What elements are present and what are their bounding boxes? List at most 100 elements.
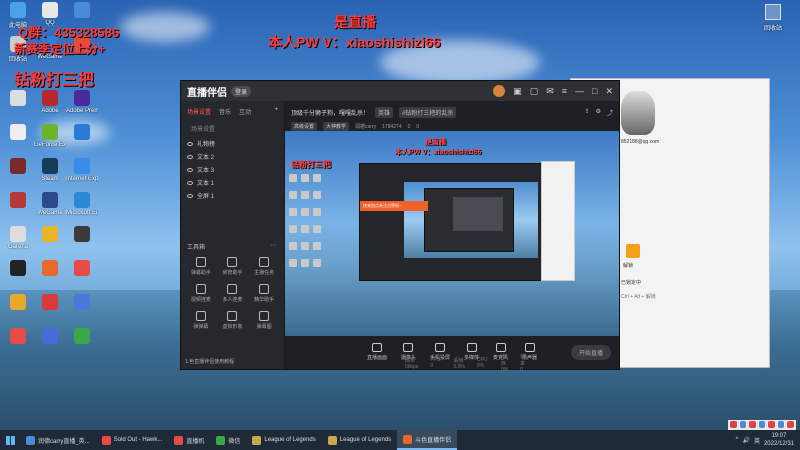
tool-button[interactable]: 房管助手: [217, 257, 249, 276]
desktop-icon[interactable]: Steam: [34, 158, 66, 192]
tool-button[interactable]: 多人连麦: [217, 284, 249, 303]
desktop-icon[interactable]: [66, 226, 98, 260]
lock-icon[interactable]: [626, 244, 640, 258]
stream-title[interactable]: 顶级千分狮子狗，嘎嘎乱杀！: [291, 108, 369, 117]
control-icon: [524, 343, 535, 352]
unlock-label: 解锁: [623, 263, 634, 269]
desktop-icon[interactable]: [66, 124, 98, 158]
tutorial-link[interactable]: 1.色直播伴侣使用教程: [185, 358, 234, 365]
app-icon: [74, 124, 90, 140]
taskbar-item-label: 直播机: [186, 438, 205, 445]
taskbar-item[interactable]: 润德carry直播_英...: [20, 430, 96, 450]
tool-button[interactable]: 虚拟形象: [217, 311, 249, 330]
more-icon[interactable]: ⋯: [270, 242, 276, 251]
desktop-icon[interactable]: [2, 294, 34, 328]
desktop-icon[interactable]: Adobe: [34, 90, 66, 124]
eye-icon[interactable]: [187, 180, 193, 185]
desktop-icon[interactable]: [34, 328, 66, 362]
tool-button[interactable]: 主播任务: [248, 257, 280, 276]
volume-icon[interactable]: 🔊: [742, 437, 749, 444]
orange-banner: 快来加点关注点赞呀~: [360, 201, 428, 211]
desktop-icon[interactable]: [2, 124, 34, 158]
desktop-icon[interactable]: GeForce Experience: [34, 124, 66, 158]
desktop-icon-label: Steam: [41, 176, 59, 182]
taskbar-item-label: 润德carry直播_英...: [38, 438, 90, 445]
tab-interact[interactable]: 互动: [239, 107, 251, 116]
desktop-icon[interactable]: [2, 328, 34, 362]
source-label: 礼物榜: [197, 142, 216, 148]
desktop-icon[interactable]: [66, 328, 98, 362]
category-tag[interactable]: 英雄: [375, 107, 394, 118]
teach-tag[interactable]: 大神教学: [323, 122, 350, 131]
desktop-icon[interactable]: Microsoft Edge: [66, 192, 98, 226]
tab-music[interactable]: 音乐: [219, 107, 231, 116]
desktop-icon-label: Garena: [7, 244, 28, 250]
desktop-icon[interactable]: [2, 260, 34, 294]
desktop-icon[interactable]: [66, 260, 98, 294]
taskbar-item[interactable]: Sold Out - Hawk...: [96, 430, 169, 450]
tool-button[interactable]: 弹幕图: [248, 311, 280, 330]
desktop-icon[interactable]: [34, 294, 66, 328]
source-row[interactable]: 文本 2: [181, 150, 284, 163]
desktop-icon[interactable]: [34, 226, 66, 260]
source-row[interactable]: 礼物榜: [181, 137, 284, 150]
taskbar-item-label: 斗色直播伴侣: [415, 437, 452, 444]
desktop-icon[interactable]: [2, 192, 34, 226]
tool-icon: [195, 311, 206, 321]
app-icon: [10, 2, 26, 18]
desktop-icon[interactable]: WeGame: [34, 192, 66, 226]
maximize-icon[interactable]: □: [592, 86, 597, 96]
taskbar-item[interactable]: 微信: [210, 430, 246, 450]
tool-button[interactable]: 弹弹幕: [185, 311, 217, 330]
link-icon[interactable]: ⤴: [607, 108, 613, 117]
lock-window-icon[interactable]: ▢: [530, 86, 539, 97]
taskbar-item[interactable]: League of Legends: [322, 430, 397, 450]
desktop-icon-label: Adobe Premiere: [66, 108, 98, 114]
desktop-icon-label: Adobe: [41, 108, 59, 114]
desktop-icon[interactable]: [2, 158, 34, 192]
streaming-app-window[interactable]: 直播伴侣 登录 ▣ ▢ ✉ ≡ — □ ✕ 场景设置 音乐 互动 + 场景设置 …: [180, 80, 620, 373]
desktop-icon[interactable]: [2, 90, 34, 124]
source-row[interactable]: 文本 3: [181, 163, 284, 176]
recycle-bin-icon[interactable]: 回收站: [758, 4, 788, 33]
taskbar-item[interactable]: League of Legends: [246, 430, 321, 450]
eye-icon[interactable]: [187, 167, 193, 172]
close-icon[interactable]: ✕: [605, 86, 613, 97]
eye-icon[interactable]: [187, 141, 193, 146]
tool-label: 弹幕图: [256, 324, 272, 330]
tab-scenes[interactable]: 场景设置: [187, 107, 211, 116]
mail-icon[interactable]: ✉: [546, 86, 554, 97]
desktop-icon[interactable]: Adobe Premiere: [66, 90, 98, 124]
tool-button[interactable]: 精华助手: [248, 284, 280, 303]
eye-icon[interactable]: [187, 193, 193, 198]
menu-icon[interactable]: ≡: [562, 86, 567, 96]
stream-preview[interactable]: 是直播 本人PW V：xiaoshishizi66 钻粉打三把 快来加点关注点赞…: [285, 131, 619, 336]
advanced-settings-tag[interactable]: 高级设置: [291, 122, 318, 131]
clock[interactable]: 19:07 2022/12/31: [764, 432, 794, 448]
desktop-icon[interactable]: Garena: [2, 226, 34, 260]
tool-button[interactable]: 视频连麦: [185, 284, 217, 303]
login-badge[interactable]: 登录: [231, 85, 252, 97]
tray-up-icon[interactable]: ^: [736, 437, 739, 443]
right-panel: 顶级千分狮子狗，嘎嘎乱杀！ 英雄 #钻粉打三把的乱杀 ⇪ ⚙ ⤴ 高级设置 大神…: [285, 101, 619, 373]
source-row[interactable]: 文本 1: [181, 176, 284, 189]
taskbar-item[interactable]: 直播机: [168, 430, 210, 450]
desktop-icon[interactable]: Internet Explorer: [66, 158, 98, 192]
add-icon[interactable]: +: [274, 107, 278, 116]
user-avatar[interactable]: [493, 85, 506, 97]
source-row[interactable]: 全屏 1: [181, 189, 284, 202]
eye-icon[interactable]: [187, 154, 193, 159]
settings-icon[interactable]: ⚙: [596, 108, 601, 117]
ime-indicator[interactable]: 英: [754, 436, 760, 445]
taskbar-item[interactable]: 斗色直播伴侣: [397, 430, 458, 450]
desktop-icon[interactable]: [34, 260, 66, 294]
tool-button[interactable]: 弹幕助手: [185, 257, 217, 276]
share-icon[interactable]: ⇪: [585, 108, 590, 117]
control-icon: [466, 343, 477, 352]
start-button[interactable]: [0, 430, 20, 450]
preview-side-window: [541, 161, 575, 281]
minimize-icon[interactable]: —: [575, 86, 584, 96]
desktop-icon[interactable]: [66, 294, 98, 328]
shop-icon[interactable]: ▣: [513, 86, 522, 97]
edit-tag[interactable]: #钻粉打三把的乱杀: [399, 107, 457, 118]
